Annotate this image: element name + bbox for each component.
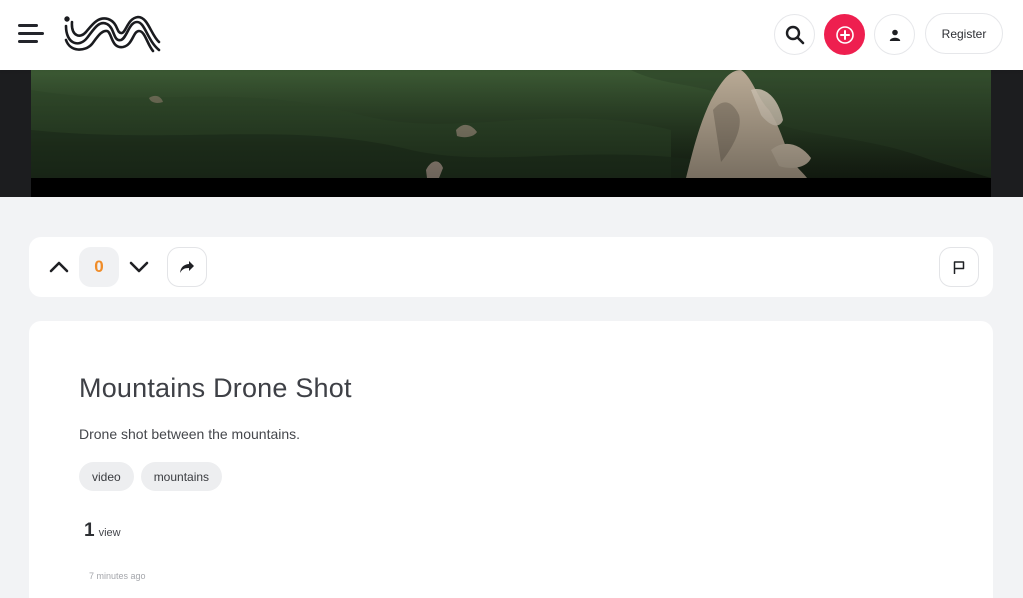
views-label: view — [98, 527, 121, 539]
tag-list: video mountains — [79, 462, 223, 491]
views-count: 1 — [84, 520, 95, 541]
post-actions-bar: 0 — [29, 237, 993, 297]
hamburger-menu-icon[interactable] — [18, 22, 44, 46]
post-description: Drone shot between the mountains. — [79, 426, 301, 442]
user-icon — [889, 29, 900, 41]
vote-count: 0 — [79, 247, 119, 287]
share-arrow-icon — [180, 261, 194, 273]
post-content-card: Mountains Drone Shot Drone shot between … — [29, 321, 993, 598]
downvote-button[interactable] — [123, 252, 155, 282]
video-thumbnail-image — [31, 70, 991, 178]
chevron-down-icon — [129, 261, 149, 273]
search-icon — [785, 25, 804, 44]
user-account-button[interactable] — [874, 14, 915, 55]
report-button[interactable] — [939, 247, 979, 287]
video-controls-bar[interactable] — [31, 178, 991, 197]
share-button[interactable] — [167, 247, 207, 287]
plus-circle-icon — [835, 25, 854, 44]
tag-video[interactable]: video — [79, 462, 134, 491]
view-counter: 1 view — [84, 520, 121, 542]
wave-logo-icon[interactable] — [63, 14, 161, 54]
video-player[interactable] — [31, 70, 991, 178]
search-button[interactable] — [774, 14, 815, 55]
add-post-button[interactable] — [824, 14, 865, 55]
post-timestamp: 7 minutes ago — [89, 571, 146, 581]
chevron-up-icon — [49, 261, 69, 273]
post-title: Mountains Drone Shot — [79, 373, 352, 403]
flag-icon — [953, 260, 965, 274]
tag-mountains[interactable]: mountains — [140, 462, 223, 491]
register-button[interactable]: Register — [925, 13, 1003, 54]
upvote-button[interactable] — [43, 252, 75, 282]
top-header: Register — [0, 0, 1023, 70]
